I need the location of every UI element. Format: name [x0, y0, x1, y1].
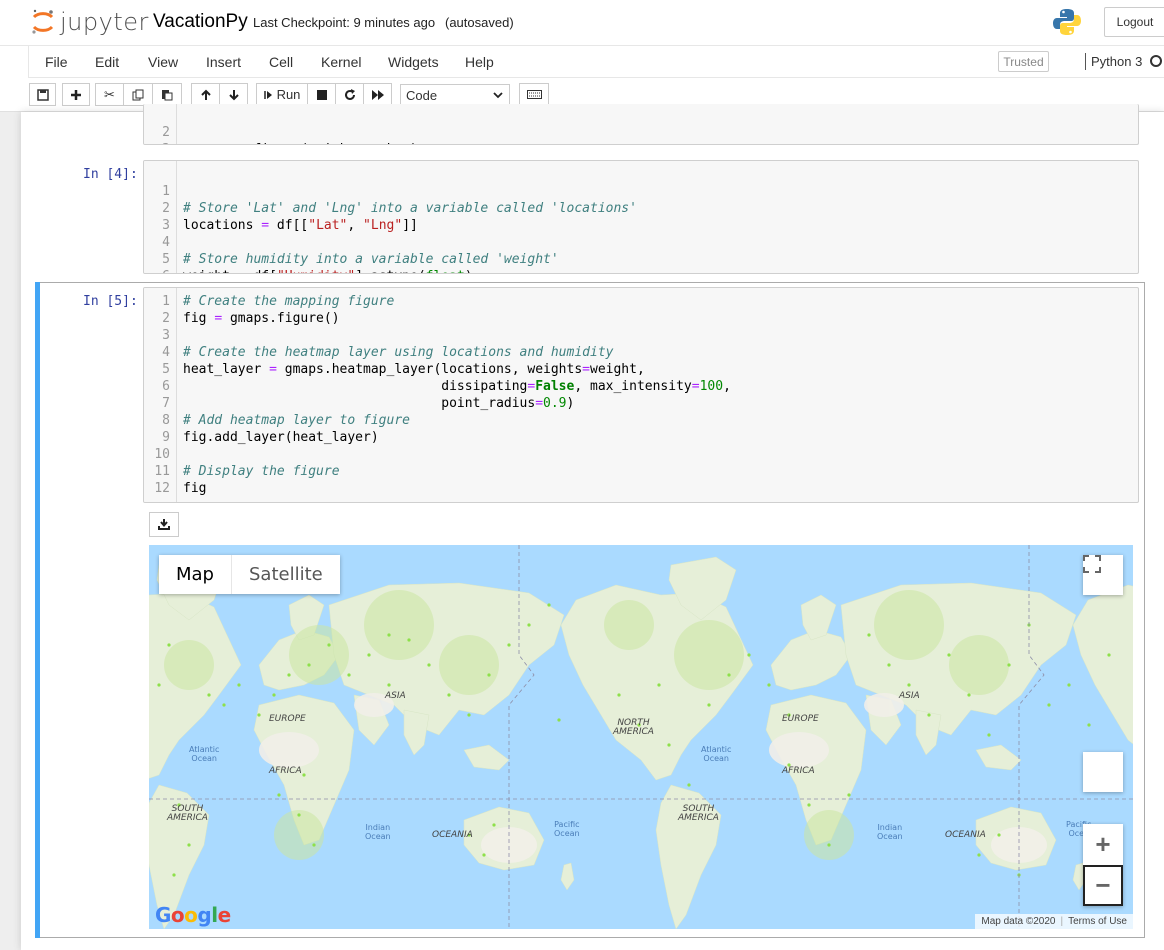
add-cell-icon: [71, 89, 81, 100]
code-line: 2 gmaps.configure(api_key=g_key): [144, 107, 418, 144]
label-south-america-2: SOUTH AMERICA: [678, 804, 719, 823]
menu-cell[interactable]: Cell: [269, 54, 293, 70]
world-map[interactable]: [149, 545, 1133, 929]
move-up-button[interactable]: [191, 83, 220, 106]
menu-file[interactable]: File: [45, 54, 68, 70]
download-icon: [158, 519, 170, 530]
fullscreen-icon: [1083, 555, 1101, 573]
command-palette-button[interactable]: [519, 83, 549, 106]
code-cell-2-input[interactable]: 1 # Store 'Lat' and 'Lng' into a variabl…: [143, 160, 1139, 274]
code-text: gmaps.configure(api_key=g_key): [183, 141, 418, 144]
paste-button[interactable]: [152, 83, 182, 106]
python-logo-icon: [1053, 9, 1081, 35]
logo-text: jupyter: [60, 8, 149, 36]
menubar-container: File Edit View Insert Cell Kernel Widget…: [28, 46, 1164, 78]
map-data-text: Map data ©2020: [981, 916, 1056, 927]
fullscreen-button[interactable]: [1083, 555, 1123, 595]
header: jupyter VacationPy Last Checkpoint: 9 mi…: [0, 0, 1164, 46]
trusted-badge[interactable]: Trusted: [998, 51, 1049, 72]
google-logo[interactable]: Google: [155, 903, 231, 927]
run-button[interactable]: Run: [256, 83, 308, 106]
cut-button[interactable]: ✂: [95, 83, 124, 106]
label-oceania-2: OCEANIA: [945, 830, 986, 840]
download-output-button[interactable]: [149, 512, 179, 537]
label-africa-1: AFRICA: [269, 766, 302, 776]
copy-button[interactable]: [123, 83, 153, 106]
zoom-control: + −: [1083, 824, 1123, 906]
label-africa-2: AFRICA: [782, 766, 815, 776]
label-indian-2: Indian Ocean: [877, 823, 903, 841]
move-down-icon: [228, 89, 239, 100]
street-view-button[interactable]: [1083, 752, 1123, 792]
code-line: 3: [144, 124, 175, 144]
run-icon: [263, 90, 272, 99]
stop-button[interactable]: [307, 83, 336, 106]
run-all-button[interactable]: [363, 83, 392, 106]
chevron-down-icon: [493, 92, 503, 99]
label-pacific-1: Pacific Ocean: [554, 820, 580, 838]
label-indian-1: Indian Ocean: [365, 823, 391, 841]
menu-kernel[interactable]: Kernel: [321, 54, 361, 70]
code-line: 1 # Store 'Lat' and 'Lng' into a variabl…: [162, 184, 637, 216]
map-attribution: Map data ©2020 | Terms of Use: [975, 914, 1133, 929]
label-europe-2: EUROPE: [782, 714, 819, 724]
selected-cell-indicator: [35, 282, 40, 938]
keyboard-icon: [526, 90, 542, 99]
zoom-in-button[interactable]: +: [1083, 825, 1123, 865]
logout-button[interactable]: Logout: [1104, 7, 1164, 37]
code-line: 3: [162, 218, 170, 233]
zoom-out-button[interactable]: −: [1083, 864, 1123, 906]
code-cell-1-input[interactable]: 2 gmaps.configure(api_key=g_key) 3: [143, 104, 1139, 145]
map-type-control: Map Satellite: [159, 555, 340, 594]
cell-3-prompt: In [5]:: [83, 294, 138, 309]
restart-icon: [344, 88, 355, 100]
add-cell-button[interactable]: [62, 83, 90, 106]
kernel-status-icon: [1150, 55, 1162, 67]
paste-icon: [162, 89, 173, 100]
code-line: 6: [144, 251, 175, 273]
label-asia-2: ASIA: [899, 691, 920, 701]
label-atlantic-2: Atlantic Ocean: [701, 745, 732, 763]
menu-edit[interactable]: Edit: [95, 54, 119, 70]
map-tab[interactable]: Map: [159, 555, 231, 594]
menu-help[interactable]: Help: [465, 54, 494, 70]
jupyter-logo[interactable]: jupyter: [30, 6, 149, 38]
terms-link[interactable]: Terms of Use: [1068, 916, 1127, 927]
save-button[interactable]: [29, 83, 56, 106]
notebook-name[interactable]: VacationPy: [153, 11, 248, 33]
run-label: Run: [276, 87, 301, 102]
jupyter-icon: [32, 9, 54, 34]
cell-2-prompt: In [4]:: [83, 167, 138, 182]
menu-widgets[interactable]: Widgets: [388, 54, 439, 70]
map-widget[interactable]: ASIA EUROPE AFRICA SOUTH AMERICA OCEANIA…: [149, 545, 1133, 929]
label-europe-1: EUROPE: [269, 714, 306, 724]
label-asia-1: ASIA: [385, 691, 406, 701]
label-oceania-1: OCEANIA: [432, 830, 473, 840]
label-north-america: NORTH AMERICA: [613, 718, 654, 737]
checkpoint-status: Last Checkpoint: 9 minutes ago: [253, 15, 436, 30]
save-icon: [36, 88, 49, 101]
label-south-america-1: SOUTH AMERICA: [167, 804, 208, 823]
copy-icon: [132, 89, 144, 100]
satellite-tab[interactable]: Satellite: [231, 555, 340, 594]
code-cell-3-input[interactable]: 1 # Create the mapping figure 2 fig = gmap…: [143, 287, 1139, 503]
move-up-icon: [200, 89, 211, 100]
code-line: 4 # Store humidity into a variable calle…: [162, 235, 559, 267]
stop-icon: [316, 89, 327, 100]
cell-type-value: Code: [406, 88, 438, 103]
menubar: File Edit View Insert Cell Kernel Widget…: [0, 46, 1164, 78]
code-line: 5 weight = df["Humidity"].astype(float): [162, 252, 472, 273]
label-atlantic-1: Atlantic Ocean: [189, 745, 220, 763]
menu-insert[interactable]: Insert: [206, 54, 241, 70]
menu-view[interactable]: View: [148, 54, 178, 70]
restart-button[interactable]: [335, 83, 364, 106]
cut-icon: ✂: [104, 86, 115, 102]
code-line: 2 locations = df[["Lat", "Lng"]]: [162, 201, 418, 233]
kernel-name[interactable]: Python 3: [1091, 54, 1142, 69]
move-down-button[interactable]: [219, 83, 248, 106]
kernel-separator: [1085, 53, 1086, 70]
autosave-status: (autosaved): [445, 15, 514, 30]
fast-forward-icon: [371, 89, 384, 100]
